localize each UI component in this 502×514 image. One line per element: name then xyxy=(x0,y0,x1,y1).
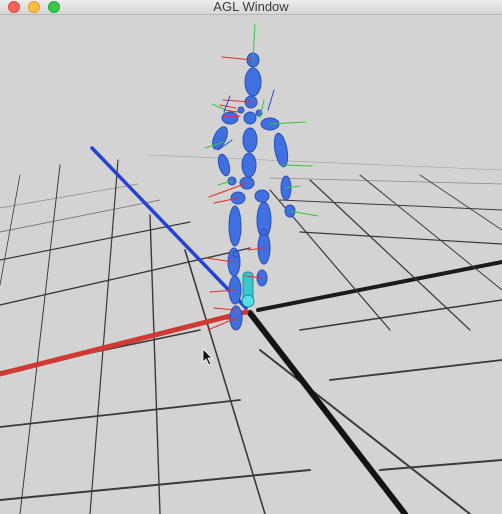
app-window: AGL Window xyxy=(0,0,502,514)
window-title: AGL Window xyxy=(213,0,289,14)
3d-viewport[interactable] xyxy=(0,15,502,514)
title-bar[interactable]: AGL Window xyxy=(0,0,502,15)
